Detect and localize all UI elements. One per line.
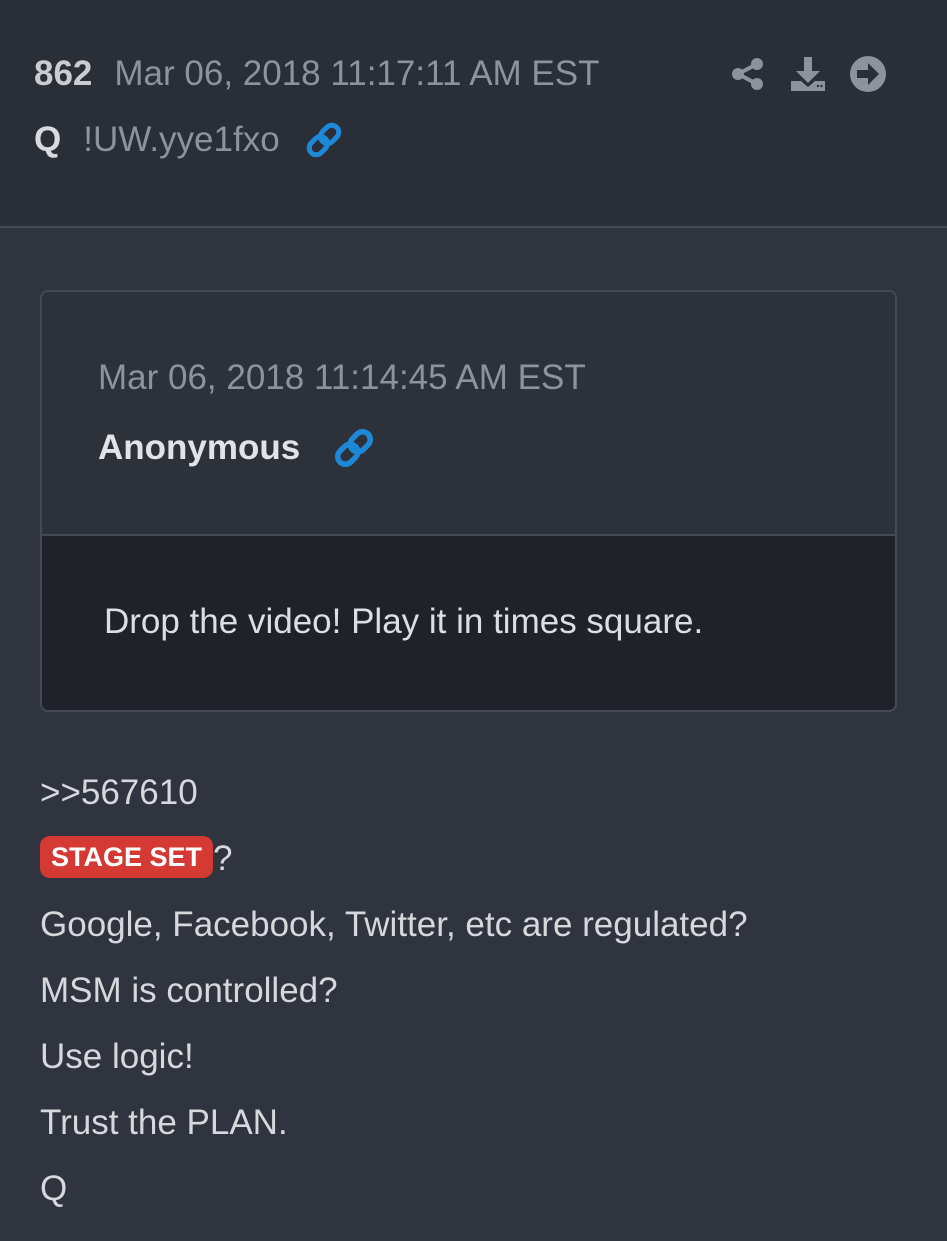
quoted-post-date: Mar 06, 2018 11:14:45 AM EST (98, 358, 586, 397)
stage-set-line: STAGE SET? (40, 830, 920, 896)
permalink-button[interactable] (304, 120, 344, 160)
post-line: Google, Facebook, Twitter, etc are regul… (40, 905, 748, 944)
post-date: Mar 06, 2018 11:17:11 AM EST (114, 54, 600, 93)
quoted-post-author: Anonymous (98, 428, 301, 467)
stage-set-badge: STAGE SET (40, 835, 214, 878)
post-actions (728, 52, 888, 96)
quoted-post-text: Drop the video! Play it in times square. (104, 602, 704, 641)
post-author-row: Q !UW.yye1fxo (34, 116, 344, 164)
post-author: Q (34, 120, 62, 159)
download-button[interactable] (788, 54, 828, 94)
reply-reference[interactable]: >>567610 (40, 764, 920, 830)
quoted-post-body: Drop the video! Play it in times square. (42, 536, 895, 710)
post-body: >>567610 STAGE SET? Google, Facebook, Tw… (40, 764, 920, 1226)
post-signature: Q (40, 1169, 68, 1208)
post-page: 862 Mar 06, 2018 11:17:11 AM EST Q !UW.y… (0, 0, 947, 1241)
download-icon (791, 57, 825, 91)
link-icon (306, 122, 341, 158)
link-icon (335, 428, 374, 468)
post-line: Use logic! (40, 1037, 194, 1076)
quoted-post-author-row: Anonymous (98, 424, 376, 472)
post-line: Trust the PLAN. (40, 1103, 288, 1142)
badge-suffix: ? (213, 839, 233, 878)
share-icon (732, 58, 763, 90)
quoted-permalink-button[interactable] (332, 426, 376, 470)
share-button[interactable] (728, 54, 768, 94)
arrow-right-circle-icon (850, 56, 886, 92)
quoted-post-card[interactable]: Mar 06, 2018 11:14:45 AM EST Anonymous D… (40, 290, 897, 712)
post-header: 862 Mar 06, 2018 11:17:11 AM EST Q !UW.y… (0, 0, 947, 228)
post-number[interactable]: 862 (34, 54, 92, 94)
post-line: MSM is controlled? (40, 971, 338, 1010)
next-post-button[interactable] (848, 54, 888, 94)
quoted-post-header: Mar 06, 2018 11:14:45 AM EST Anonymous (42, 292, 895, 536)
tripcode: !UW.yye1fxo (83, 120, 280, 159)
post-meta-row: 862 Mar 06, 2018 11:17:11 AM EST (34, 50, 600, 98)
